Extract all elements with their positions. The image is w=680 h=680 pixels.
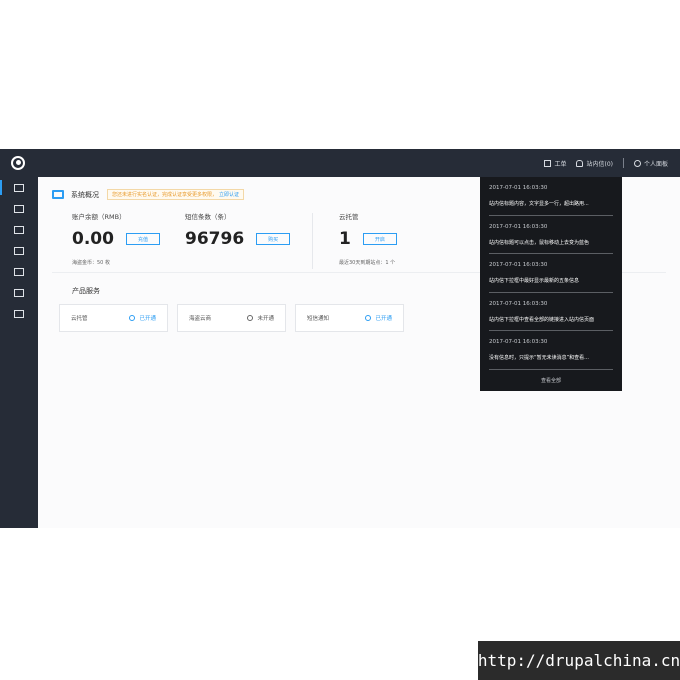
bell-icon [576,159,584,167]
message-time: 2017-07-01 16:03:30 [489,223,548,230]
view-all-link[interactable]: 查看全部 [489,377,613,384]
stat-divider [312,213,313,269]
logo-icon[interactable] [11,156,25,170]
cloud-icon [14,267,24,276]
verify-now-link[interactable]: 立即认证 [219,191,239,198]
buy-button[interactable]: 购买 [256,233,291,245]
product-status: 已开通 [375,316,392,322]
product-card-hosting[interactable]: 云托管 已开通 [59,304,168,332]
check-circle-icon [129,315,136,321]
message-item[interactable]: 2017-07-01 16:03:30 站内信下拉框中查看全部的链接进入站内信页… [489,293,613,331]
message-time: 2017-07-01 16:03:30 [489,185,548,191]
overview-title: 系统概况 [71,190,99,199]
product-status: 未开通 [257,316,274,322]
message-time: 2017-07-01 16:03:30 [489,339,548,345]
products-title: 产品服务 [72,287,100,295]
product-name: 短信通知 [307,316,330,322]
product-status: 已开通 [139,316,156,322]
ticket-link[interactable]: 工单 [544,159,566,168]
sidebar-item-save[interactable] [0,219,38,240]
messages-dropdown: 2017-07-01 16:03:30 站内信标题内容，文字显多一行，超出路用.… [480,177,622,391]
mail-icon [14,246,24,255]
user-panel-link[interactable]: 个人面板 [633,159,668,168]
id-card-icon [14,288,24,297]
monitor-icon [14,183,24,192]
sidebar [0,177,38,528]
balance-value: 0.00 [72,229,114,249]
product-name: 海盗云商 [189,316,212,322]
message-time: 2017-07-01 16:03:30 [489,262,548,268]
top-bar: 工单 站内信(0) 个人面板 [0,149,680,177]
message-item[interactable]: 2017-07-01 16:03:30 站内信标题可以点击，鼠标移动上去变为蓝色 [489,216,613,254]
sidebar-item-mail[interactable] [0,240,38,261]
clock-icon [247,315,254,321]
user-icon [633,159,641,167]
hosting-value: 1 [339,229,351,249]
hosting-label: 云托管 [339,213,359,221]
message-item[interactable]: 2017-07-01 16:03:30 站内信下拉框中最好显示最新的五条信息 [489,254,613,293]
sidebar-item-id[interactable] [0,282,38,303]
check-circle-icon [365,315,372,321]
balance-label: 账户余额（RMB） [72,213,126,221]
nav-divider [622,158,624,168]
monitor-icon [52,190,64,199]
sidebar-item-box[interactable] [0,303,38,324]
overview-header: 系统概况 您还未进行实名认证，完成认证享受更多权限， 立即认证 [52,189,245,200]
ticket-label: 工单 [554,160,567,168]
message-item[interactable]: 2017-07-01 16:03:30 站内信标题内容，文字显多一行，超出路用.… [489,177,613,216]
product-name: 云托管 [71,316,88,322]
message-time: 2017-07-01 16:03:30 [489,300,548,307]
user-panel-label: 个人面板 [643,160,668,168]
product-card-sms[interactable]: 短信通知 已开通 [295,304,404,332]
hosting-stat: 云托管 1 开启 最近30天到期站点：1 个 [339,211,397,266]
message-item[interactable]: 2017-07-01 16:03:30 没有信息时，只提示“暂无未读消息”和查看… [489,331,613,370]
sms-label: 短信条数（条） [185,213,231,221]
enable-button[interactable]: 开启 [362,233,397,245]
message-title[interactable]: 站内信下拉框中最好显示最新的五条信息 [489,277,613,284]
messages-label: 站内信(0) [586,160,613,168]
verification-notice: 您还未进行实名认证，完成认证享受更多权限， 立即认证 [107,189,245,200]
sidebar-item-cloud[interactable] [0,261,38,282]
sms-stat: 短信条数（条） 96796 购买 [185,211,291,249]
message-title[interactable]: 站内信下拉框中查看全部的链接进入站内信页面 [489,316,613,323]
message-title[interactable]: 站内信标题可以点击，鼠标移动上去变为蓝色 [489,239,613,246]
sidebar-item-dashboard[interactable] [0,177,38,198]
message-title[interactable]: 没有信息时，只提示“暂无未读消息”和查看... [489,354,613,361]
expiring-sites-text: 最近30天到期站点：1 个 [339,260,396,266]
watermark: http://drupalchina.cn [478,641,680,680]
coins-text: 海盗金币：50 枚 [72,260,110,266]
balance-stat: 账户余额（RMB） 0.00 充值 海盗金币：50 枚 [72,211,160,266]
messages-link[interactable]: 站内信(0) [576,159,613,168]
app-window: 工单 站内信(0) 个人面板 系统概况 您还未进行实名认证，完成认证享受更多权限… [0,149,680,528]
box-icon [14,309,24,318]
sidebar-item-grid[interactable] [0,198,38,219]
message-title[interactable]: 站内信标题内容，文字显多一行，超出路用... [489,200,613,207]
recharge-button[interactable]: 充值 [125,233,160,245]
notice-text: 您还未进行实名认证，完成认证享受更多权限， [112,192,218,198]
product-card-shop[interactable]: 海盗云商 未开通 [177,304,286,332]
sms-value: 96796 [185,229,245,249]
ticket-icon [544,159,552,167]
top-nav: 工单 站内信(0) 个人面板 [534,149,668,177]
grid-icon [14,204,24,213]
save-icon [14,225,24,234]
